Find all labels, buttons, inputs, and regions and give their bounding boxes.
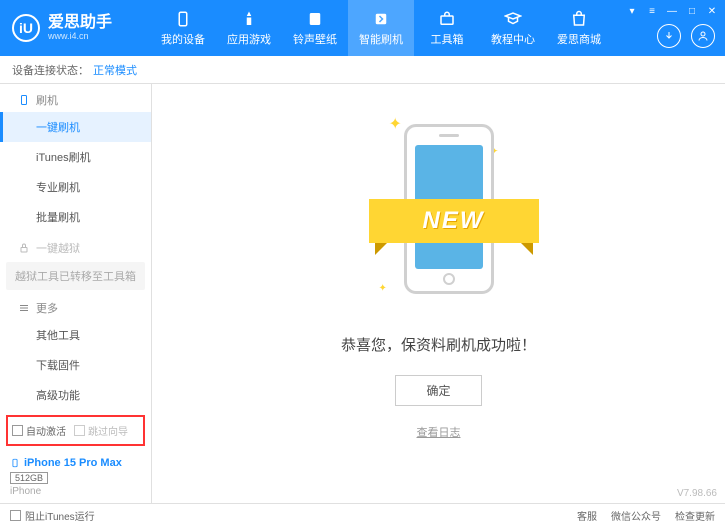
nav-toolbox[interactable]: 工具箱 <box>414 0 480 56</box>
checkbox-label: 跳过向导 <box>88 423 128 438</box>
checkbox-block-itunes[interactable]: 阻止iTunes运行 <box>10 508 95 523</box>
checkbox-highlight: 自动激活 跳过向导 <box>6 415 145 446</box>
footer-update[interactable]: 检查更新 <box>675 508 715 523</box>
status-label: 设备连接状态： <box>12 62 89 78</box>
nav-label: 铃声壁纸 <box>293 31 337 47</box>
logo-icon: iU <box>12 14 40 42</box>
device-type: iPhone <box>10 486 141 497</box>
version-text: V7.98.66 <box>677 488 717 499</box>
footer: 阻止iTunes运行 客服 微信公众号 检查更新 <box>0 503 725 527</box>
section-label: 刷机 <box>36 92 58 108</box>
sidebar-section-flash[interactable]: 刷机 <box>0 84 151 112</box>
sidebar-item-batch[interactable]: 批量刷机 <box>0 202 151 232</box>
close-icon[interactable]: ✕ <box>705 4 719 18</box>
nav-label: 工具箱 <box>431 31 464 47</box>
success-illustration: ✦ ✦ ✦ NEW <box>369 114 509 314</box>
sidebar-section-more[interactable]: 更多 <box>0 292 151 320</box>
section-label: 更多 <box>36 300 58 316</box>
sidebar: 刷机 一键刷机 iTunes刷机 专业刷机 批量刷机 一键越狱 越狱工具已转移至… <box>0 84 152 503</box>
nav-store[interactable]: 爱思商城 <box>546 0 612 56</box>
checkbox-label: 阻止iTunes运行 <box>25 508 95 523</box>
nav-ringtones[interactable]: 铃声壁纸 <box>282 0 348 56</box>
user-icon[interactable] <box>691 24 715 48</box>
nav-apps[interactable]: 应用游戏 <box>216 0 282 56</box>
minimize-icon[interactable]: — <box>665 4 679 18</box>
menu-icon[interactable]: ▾ <box>625 4 639 18</box>
app-url: www.i4.cn <box>48 31 112 41</box>
sidebar-item-itunes[interactable]: iTunes刷机 <box>0 142 151 172</box>
sidebar-item-pro[interactable]: 专业刷机 <box>0 172 151 202</box>
nav-tabs: 我的设备 应用游戏 铃声壁纸 智能刷机 工具箱 教程中心 爱思商城 <box>150 0 612 56</box>
checkbox-auto-activate[interactable]: 自动激活 <box>12 423 66 438</box>
download-icon[interactable] <box>657 24 681 48</box>
sidebar-section-jailbreak: 一键越狱 <box>0 232 151 260</box>
status-bar: 设备连接状态： 正常模式 <box>0 56 725 84</box>
footer-service[interactable]: 客服 <box>577 508 597 523</box>
sidebar-item-advanced[interactable]: 高级功能 <box>0 380 151 410</box>
status-value: 正常模式 <box>93 62 137 78</box>
device-name: iPhone 15 Pro Max <box>24 457 122 469</box>
sidebar-item-oneclick[interactable]: 一键刷机 <box>0 112 151 142</box>
device-storage: 512GB <box>10 472 48 484</box>
view-log-link[interactable]: 查看日志 <box>417 424 461 440</box>
nav-label: 教程中心 <box>491 31 535 47</box>
window-controls: ▾ ≡ — □ ✕ <box>625 4 719 18</box>
section-label: 一键越狱 <box>36 240 80 256</box>
nav-my-device[interactable]: 我的设备 <box>150 0 216 56</box>
app-header: iU 爱思助手 www.i4.cn 我的设备 应用游戏 铃声壁纸 智能刷机 工具… <box>0 0 725 56</box>
nav-label: 爱思商城 <box>557 31 601 47</box>
app-name: 爱思助手 <box>48 15 112 31</box>
nav-label: 应用游戏 <box>227 31 271 47</box>
sidebar-item-other[interactable]: 其他工具 <box>0 320 151 350</box>
checkbox-icon <box>10 510 21 521</box>
new-badge: NEW <box>369 199 539 243</box>
sidebar-jailbreak-moved: 越狱工具已转移至工具箱 <box>6 262 145 290</box>
checkbox-label: 自动激活 <box>26 423 66 438</box>
nav-tutorials[interactable]: 教程中心 <box>480 0 546 56</box>
footer-wechat[interactable]: 微信公众号 <box>611 508 661 523</box>
nav-label: 智能刷机 <box>359 31 403 47</box>
ok-button[interactable]: 确定 <box>395 375 481 406</box>
device-info: iPhone 15 Pro Max 512GB iPhone <box>0 450 151 503</box>
main-content: ✦ ✦ ✦ NEW 恭喜您，保资料刷机成功啦！ 确定 查看日志 V7.98.66 <box>152 84 725 503</box>
checkbox-skip-guide[interactable]: 跳过向导 <box>74 423 128 438</box>
logo-area: iU 爱思助手 www.i4.cn <box>0 14 150 42</box>
maximize-icon[interactable]: □ <box>685 4 699 18</box>
nav-label: 我的设备 <box>161 31 205 47</box>
sidebar-item-download[interactable]: 下载固件 <box>0 350 151 380</box>
checkbox-icon <box>12 425 23 436</box>
nav-flash[interactable]: 智能刷机 <box>348 0 414 56</box>
new-text: NEW <box>423 207 485 235</box>
settings-icon[interactable]: ≡ <box>645 4 659 18</box>
phone-icon <box>10 456 20 470</box>
checkbox-icon <box>74 425 85 436</box>
success-message: 恭喜您，保资料刷机成功啦！ <box>341 334 536 355</box>
